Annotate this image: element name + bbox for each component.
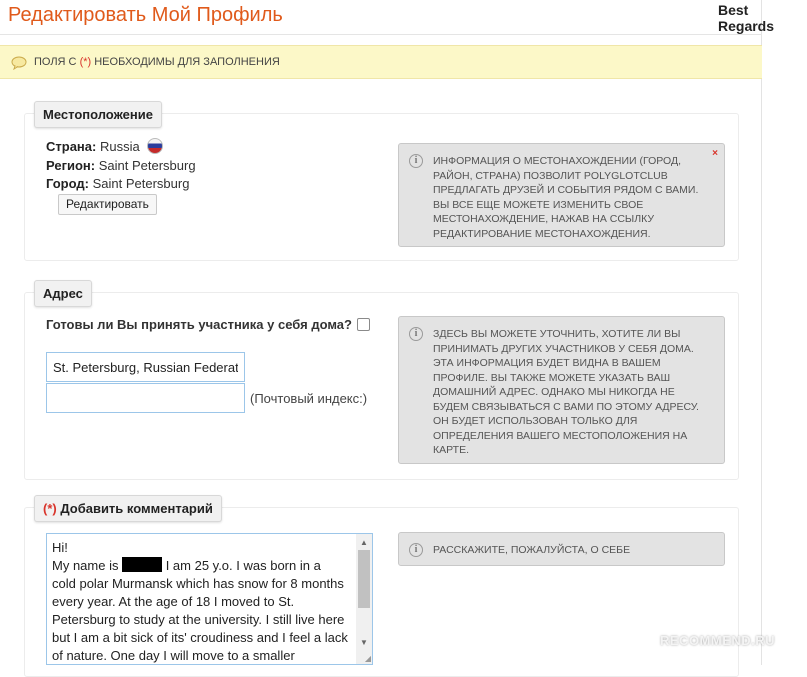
host-checkbox[interactable] bbox=[357, 318, 370, 331]
address-help-box: i ЗДЕСЬ ВЫ МОЖЕТЕ УТОЧНИТЬ, ХОТИТЕ ЛИ ВЫ… bbox=[398, 316, 725, 464]
info-icon: i bbox=[409, 327, 423, 341]
comment-text: Hi! My name is I am 25 y.o. I was born i… bbox=[52, 539, 355, 664]
comment-legend-label: Добавить комментарий bbox=[56, 501, 213, 516]
address-legend: Адрес bbox=[34, 280, 92, 307]
location-legend: Местоположение bbox=[34, 101, 162, 128]
comment-scrollbar[interactable]: ▲ ▼ bbox=[356, 534, 372, 664]
location-help-box: i × ИНФОРМАЦИЯ О МЕСТОНАХОЖДЕНИИ (ГОРОД,… bbox=[398, 143, 725, 247]
postal-code-label: (Почтовый индекс:) bbox=[250, 391, 368, 406]
scroll-thumb[interactable] bbox=[358, 550, 370, 608]
comment-body: cold polar Murmansk which has snow for 8… bbox=[52, 576, 352, 663]
address-input[interactable] bbox=[46, 352, 245, 382]
edit-location-button[interactable]: Редактировать bbox=[58, 194, 157, 215]
comment-line-2-start: My name is bbox=[52, 558, 123, 573]
region-row: Регион: Saint Petersburg bbox=[46, 158, 196, 173]
comment-legend: (*) Добавить комментарий bbox=[34, 495, 222, 522]
city-label: Город: bbox=[46, 176, 89, 191]
address-help-text: ЗДЕСЬ ВЫ МОЖЕТЕ УТОЧНИТЬ, ХОТИТЕ ЛИ ВЫ П… bbox=[433, 328, 699, 456]
city-row: Город: Saint Petersburg bbox=[46, 176, 189, 191]
host-question-label: Готовы ли Вы принять участника у себя до… bbox=[46, 317, 352, 332]
required-mark: (*) bbox=[79, 56, 92, 68]
close-icon[interactable]: × bbox=[712, 147, 718, 162]
required-mark: (*) bbox=[43, 501, 57, 516]
country-value: Russia bbox=[99, 139, 140, 154]
speech-bubble-icon bbox=[11, 56, 27, 70]
resize-grip-icon[interactable]: ◢ bbox=[365, 654, 371, 663]
sidebar-user-name: Best Regards bbox=[718, 2, 775, 34]
country-row: Страна: Russia bbox=[46, 138, 164, 154]
comment-line-2-end: I am 25 y.o. I was born in a bbox=[162, 558, 321, 573]
comment-help-text: РАССКАЖИТЕ, ПОЖАЛУЙСТА, О СЕБЕ bbox=[433, 544, 631, 556]
comment-textarea[interactable]: Hi! My name is I am 25 y.o. I was born i… bbox=[46, 533, 373, 665]
region-value: Saint Petersburg bbox=[98, 158, 196, 173]
city-value: Saint Petersburg bbox=[92, 176, 190, 191]
scroll-up-icon[interactable]: ▲ bbox=[360, 538, 368, 547]
region-label: Регион: bbox=[46, 158, 96, 173]
info-icon: i bbox=[409, 543, 423, 557]
title-divider bbox=[0, 34, 762, 35]
postal-code-input[interactable] bbox=[46, 383, 245, 413]
country-label: Страна: bbox=[46, 139, 97, 154]
redacted-name bbox=[122, 557, 163, 572]
location-help-text: ИНФОРМАЦИЯ О МЕСТОНАХОЖДЕНИИ (ГОРОД, РАЙ… bbox=[433, 155, 699, 240]
required-fields-notice: ПОЛЯ С (*) НЕОБХОДИМЫ ДЛЯ ЗАПОЛНЕНИЯ bbox=[0, 45, 762, 79]
watermark-logo: RECOMMEND.RU bbox=[660, 633, 776, 648]
page-title: Редактировать Мой Профиль bbox=[8, 4, 283, 26]
comment-line-1: Hi! bbox=[52, 540, 68, 555]
russia-flag-icon bbox=[147, 138, 164, 154]
info-icon: i bbox=[409, 154, 423, 168]
scroll-down-icon[interactable]: ▼ bbox=[360, 638, 368, 647]
comment-help-box: i РАССКАЖИТЕ, ПОЖАЛУЙСТА, О СЕБЕ bbox=[398, 532, 725, 566]
notice-prefix: ПОЛЯ С bbox=[34, 56, 80, 68]
notice-suffix: НЕОБХОДИМЫ ДЛЯ ЗАПОЛНЕНИЯ bbox=[91, 56, 280, 68]
